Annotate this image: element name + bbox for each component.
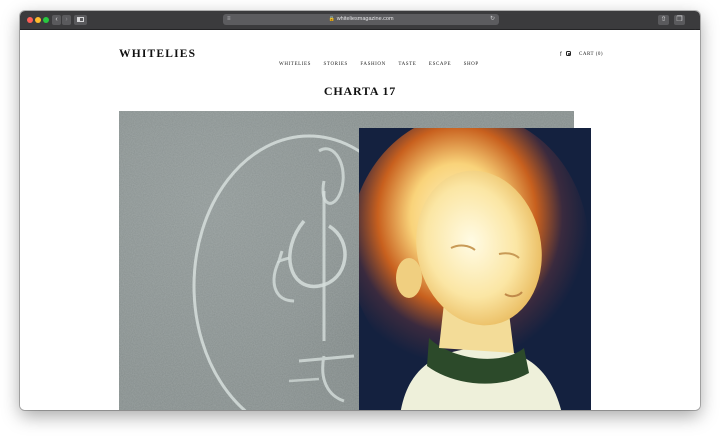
nav-item-shop[interactable]: SHOP xyxy=(464,62,479,67)
share-icon[interactable]: ⇧ xyxy=(658,15,669,25)
reload-icon[interactable]: ↻ xyxy=(490,14,495,25)
sidebar-icon xyxy=(77,17,84,22)
main-nav: WHITELIES STORIES FASHION TASTE ESCAPE S… xyxy=(279,52,487,70)
forward-button[interactable]: › xyxy=(62,15,71,25)
nav-item-taste[interactable]: TASTE xyxy=(398,62,416,67)
sidebar-toggle-button[interactable] xyxy=(74,15,87,25)
facebook-icon[interactable]: f xyxy=(560,52,562,58)
browser-toolbar: ‹ › ≡ 🔒 whiteliesmagazine.com ↻ ⇧ ❐ xyxy=(20,11,700,30)
reader-icon[interactable]: ≡ xyxy=(227,14,231,25)
instagram-icon[interactable] xyxy=(566,51,572,56)
tabs-icon[interactable]: ❐ xyxy=(674,15,685,25)
minimize-window-button[interactable] xyxy=(35,17,41,23)
site-logo[interactable]: WHITELIES xyxy=(119,48,196,60)
address-bar[interactable]: ≡ 🔒 whiteliesmagazine.com ↻ xyxy=(223,14,499,25)
page-content: WHITELIES WHITELIES STORIES FASHION TAST… xyxy=(20,30,700,410)
back-button[interactable]: ‹ xyxy=(52,15,61,25)
mannequin-figure xyxy=(359,128,591,410)
lock-icon: 🔒 xyxy=(328,16,335,22)
nav-item-whitelies[interactable]: WHITELIES xyxy=(279,62,311,67)
zoom-window-button[interactable] xyxy=(43,17,49,23)
page-title: CHARTA 17 xyxy=(323,84,397,99)
close-window-button[interactable] xyxy=(27,17,33,23)
browser-window: ‹ › ≡ 🔒whiteliesmagazine.com ↻ ⇧ ❐ + WHI… xyxy=(20,11,700,410)
address-url: whiteliesmagazine.com xyxy=(336,16,394,22)
social-links: f xyxy=(560,51,574,58)
nav-item-stories[interactable]: STORIES xyxy=(324,62,348,67)
cart-link[interactable]: CART (0) xyxy=(579,52,603,57)
mannequin-portrait-image xyxy=(359,128,591,410)
nav-item-escape[interactable]: ESCAPE xyxy=(429,62,451,67)
nav-item-fashion[interactable]: FASHION xyxy=(360,62,386,67)
